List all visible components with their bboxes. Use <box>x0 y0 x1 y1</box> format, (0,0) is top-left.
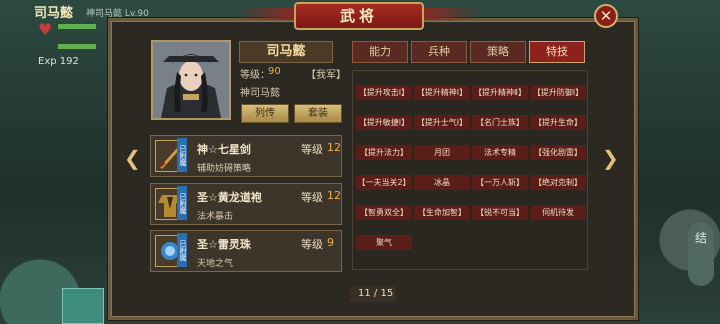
skill-item[interactable]: 【名门士族】 <box>472 115 528 130</box>
equipment-name: 神☆七星剑 <box>197 143 251 156</box>
skill-item[interactable]: 【提升士气Ⅰ】 <box>414 115 470 130</box>
tab-strategy[interactable]: 策略 <box>470 41 526 63</box>
equipment-level: 12 <box>327 141 341 154</box>
skill-item[interactable]: 【提升防御Ⅰ】 <box>530 85 586 100</box>
tab-troops[interactable]: 兵种 <box>411 41 467 63</box>
hero-title: 神司马懿 <box>240 88 280 99</box>
equipment-level-label: 等级 <box>301 238 323 251</box>
equipment-level-label: 等级 <box>301 143 323 156</box>
hero-name: 司马懿 <box>239 41 333 63</box>
hud-exp: Exp 192 <box>38 56 79 67</box>
hud-hero-name: 司马懿 <box>34 6 74 21</box>
hud-hp-bar <box>58 24 96 29</box>
page-indicator: 11 / 15 <box>358 288 394 299</box>
skill-item[interactable]: 【绝对克制】 <box>530 175 586 190</box>
skill-item[interactable]: 聚气 <box>356 235 412 250</box>
hud-mp-bar <box>58 44 96 49</box>
panel-title: 武将 <box>294 2 424 30</box>
skill-item[interactable]: 【锐不可当】 <box>472 205 528 220</box>
level-label: 等级： <box>240 70 270 81</box>
skill-item[interactable]: 【提升法力】 <box>356 145 412 160</box>
equipment-level: 9 <box>327 236 334 249</box>
prev-arrow-icon[interactable]: ❮ <box>124 146 141 170</box>
level-value: 90 <box>268 66 281 77</box>
enchanted-badge: 已附魔 <box>177 233 187 267</box>
heart-icon: ♥ <box>38 20 53 39</box>
equipment-slot-weapon[interactable]: 已附魔 神☆七星剑 等级 12 辅助妨碍策略 <box>150 135 342 177</box>
map-unit-card[interactable] <box>62 288 104 324</box>
skill-item[interactable]: 伺机待发 <box>530 205 586 220</box>
skill-item[interactable]: 【智勇双全】 <box>356 205 412 220</box>
skill-item[interactable]: 月团 <box>414 145 470 160</box>
panel-title-text: 武将 <box>339 7 378 25</box>
equipment-effect: 法术暴击 <box>197 212 234 222</box>
tab-ability[interactable]: 能力 <box>352 41 408 63</box>
equipment-level: 12 <box>327 189 341 202</box>
equipment-name: 圣☆黄龙道袍 <box>197 191 262 204</box>
enchanted-badge: 已附魔 <box>177 138 187 172</box>
enchanted-badge: 已附魔 <box>177 186 187 220</box>
hero-portrait-art <box>153 42 229 118</box>
skill-item[interactable]: 【提升生命】 <box>530 115 586 130</box>
skill-item[interactable]: 【提升攻击Ⅰ】 <box>356 85 412 100</box>
close-button[interactable]: ✕ <box>594 4 618 28</box>
skill-item[interactable]: 【提升精神Ⅱ】 <box>472 85 528 100</box>
faction-label: 【我军】 <box>306 70 346 81</box>
equipment-slot-armor[interactable]: 已附魔 圣☆黄龙道袍 等级 12 法术暴击 <box>150 183 342 225</box>
tab-special-skills[interactable]: 特技 <box>529 41 585 63</box>
title-ornament-left <box>236 8 296 20</box>
equipment-effect: 天地之气 <box>197 259 234 269</box>
equipment-set-button[interactable]: 套装 <box>294 104 342 123</box>
equipment-slot-accessory[interactable]: 已附魔 圣☆雷灵珠 等级 9 天地之气 <box>150 230 342 272</box>
equipment-name: 圣☆雷灵珠 <box>197 238 251 251</box>
equipment-level-label: 等级 <box>301 191 323 204</box>
skill-item[interactable]: 冰晶 <box>414 175 470 190</box>
skill-item[interactable]: 法术专精 <box>472 145 528 160</box>
side-menu-button[interactable]: 结 <box>688 222 714 286</box>
skill-item[interactable]: 【提升精神Ⅰ】 <box>414 85 470 100</box>
skills-grid: 【提升攻击Ⅰ】 【提升精神Ⅰ】 【提升精神Ⅱ】 【提升防御Ⅰ】 【提升敏捷Ⅰ】 … <box>352 70 588 270</box>
skill-item[interactable]: 【强化剧雷】 <box>530 145 586 160</box>
skill-item[interactable]: 【一夫当关2】 <box>356 175 412 190</box>
skill-item[interactable]: 【生命加智】 <box>414 205 470 220</box>
hero-portrait <box>151 40 231 120</box>
skill-item[interactable]: 【提升敏捷Ⅰ】 <box>356 115 412 130</box>
title-ornament-right <box>422 8 482 20</box>
equipment-effect: 辅助妨碍策略 <box>197 164 252 174</box>
biography-button[interactable]: 列传 <box>241 104 289 123</box>
skill-item[interactable]: 【一万人斩】 <box>472 175 528 190</box>
next-arrow-icon[interactable]: ❯ <box>602 146 619 170</box>
